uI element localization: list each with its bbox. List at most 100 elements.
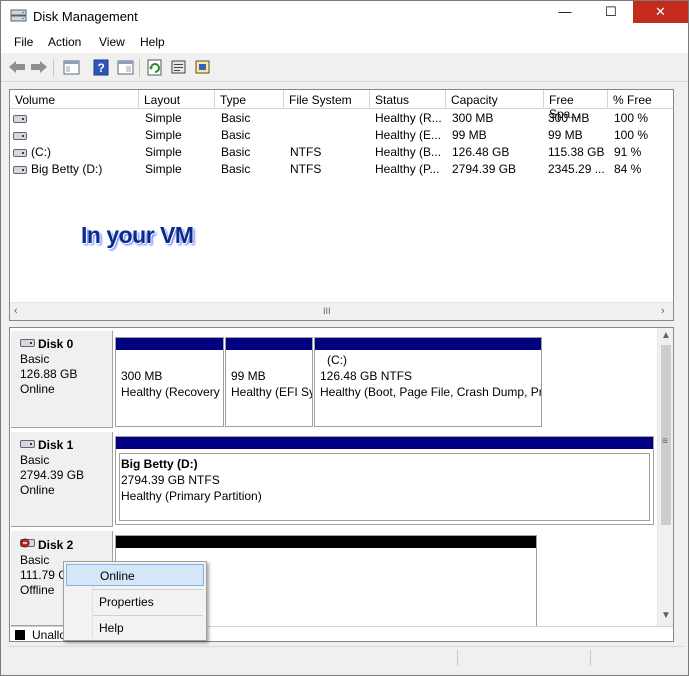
maximize-button[interactable]: ☐ <box>589 1 633 23</box>
context-menu-properties[interactable]: Properties <box>66 591 204 613</box>
column-header-file-system[interactable]: File System <box>284 90 370 109</box>
cell-percent-free: 91 % <box>614 145 642 159</box>
partition-recovery[interactable]: 300 MB Healthy (Recovery Partition) <box>115 337 224 427</box>
table-row[interactable]: Big Betty (D:) Simple Basic NTFS Healthy… <box>10 161 673 178</box>
disk-icon <box>13 147 27 161</box>
column-header-percent-free[interactable]: % Free <box>608 90 673 109</box>
table-row[interactable]: Simple Basic Healthy (R... 300 MB 300 MB… <box>10 110 673 127</box>
cell-type: Basic <box>221 162 251 176</box>
partition-bar <box>116 338 223 350</box>
cell-volume: Big Betty (D:) <box>31 162 103 176</box>
scroll-thumb[interactable] <box>661 345 671 525</box>
menu-separator <box>93 615 203 616</box>
partition-status: Healthy (EFI System Partition) <box>231 385 312 399</box>
disk-management-window: Disk Management — ☐ ✕ File Action View H… <box>0 0 689 676</box>
cell-capacity: 126.48 GB <box>452 145 510 159</box>
disk-1-label[interactable]: Disk 1 Basic 2794.39 GB Online <box>11 432 113 527</box>
refresh-icon[interactable] <box>145 57 165 77</box>
show-pane-icon[interactable] <box>115 57 135 77</box>
menu-view[interactable]: View <box>99 35 125 49</box>
window-title: Disk Management <box>33 9 138 24</box>
console-tree-icon[interactable] <box>61 57 81 77</box>
disk-icon <box>13 113 27 127</box>
disk-type: Basic <box>20 352 50 366</box>
context-menu-online[interactable]: Online <box>66 564 204 586</box>
unallocated-swatch <box>15 630 25 640</box>
cell-percent-free: 100 % <box>614 111 649 125</box>
table-row[interactable]: (C:) Simple Basic NTFS Healthy (B... 126… <box>10 144 673 161</box>
disk-management-app-icon <box>10 8 27 23</box>
scroll-grip[interactable]: III <box>323 306 331 316</box>
column-header-type[interactable]: Type <box>215 90 284 109</box>
table-row[interactable]: Simple Basic Healthy (E... 99 MB 99 MB 1… <box>10 127 673 144</box>
cell-status: Healthy (E... <box>375 128 442 142</box>
menu-file[interactable]: File <box>14 35 33 49</box>
partition-d[interactable]: Big Betty (D:) 2794.39 GB NTFS Healthy (… <box>115 436 654 525</box>
vertical-scrollbar[interactable]: ▲ ≡ ▼ <box>657 328 673 626</box>
scroll-down-icon[interactable]: ▼ <box>661 610 671 621</box>
cell-type: Basic <box>221 111 251 125</box>
cell-status: Healthy (B... <box>375 145 442 159</box>
partition-efi[interactable]: 99 MB Healthy (EFI System Partition) <box>225 337 313 427</box>
offline-disk-icon <box>20 537 35 553</box>
cell-type: Basic <box>221 145 251 159</box>
column-header-layout[interactable]: Layout <box>139 90 215 109</box>
cell-free-space: 99 MB <box>548 128 583 142</box>
column-header-status[interactable]: Status <box>370 90 446 109</box>
scroll-grip-icon: ≡ <box>662 436 668 447</box>
back-arrow-icon[interactable] <box>7 57 27 77</box>
context-menu-help[interactable]: Help <box>66 617 204 639</box>
overlay-caption: In your VM <box>81 222 194 248</box>
close-button[interactable]: ✕ <box>633 1 688 23</box>
cell-layout: Simple <box>145 145 182 159</box>
title-bar: Disk Management — ☐ ✕ <box>1 1 688 31</box>
status-divider <box>590 650 591 666</box>
cell-percent-free: 84 % <box>614 162 642 176</box>
partition-bar <box>226 338 312 350</box>
cell-layout: Simple <box>145 128 182 142</box>
cell-free-space: 115.38 GB <box>548 145 605 159</box>
disk-size: 2794.39 GB <box>20 468 85 482</box>
menu-action[interactable]: Action <box>48 35 81 49</box>
column-header-capacity[interactable]: Capacity <box>446 90 544 109</box>
disk-name: Disk 2 <box>38 537 74 552</box>
horizontal-scrollbar[interactable]: ‹ III › <box>10 302 673 320</box>
scroll-right-icon[interactable]: › <box>661 305 665 317</box>
cell-status: Healthy (P... <box>375 162 440 176</box>
menu-bar: File Action View Help <box>1 31 688 53</box>
disk-type: Basic <box>20 453 50 467</box>
cell-file-system: NTFS <box>290 162 322 176</box>
forward-arrow-icon[interactable] <box>29 57 49 77</box>
cell-file-system: NTFS <box>290 145 322 159</box>
minimize-button[interactable]: — <box>543 1 587 23</box>
partition-status: Healthy (Boot, Page File, Crash Dump, Pr… <box>320 385 541 399</box>
disk-state: Online <box>20 382 55 396</box>
cell-status: Healthy (R... <box>375 111 442 125</box>
column-header-free-space[interactable]: Free Spa... <box>544 90 608 121</box>
properties-icon[interactable] <box>168 57 188 77</box>
scroll-up-icon[interactable]: ▲ <box>661 330 671 341</box>
partition-status: Healthy (Primary Partition) <box>121 489 262 503</box>
status-bar <box>7 646 684 668</box>
cell-volume: (C:) <box>31 145 51 159</box>
rescan-icon[interactable] <box>192 57 212 77</box>
cell-capacity: 2794.39 GB <box>452 162 517 176</box>
scroll-left-icon[interactable]: ‹ <box>14 305 18 317</box>
column-header-volume[interactable]: Volume <box>10 90 139 109</box>
status-divider <box>457 650 458 666</box>
partition-size: 300 MB <box>121 369 163 383</box>
partition-c[interactable]: (C:) 126.48 GB NTFS Healthy (Boot, Page … <box>314 337 542 427</box>
cell-type: Basic <box>221 128 251 142</box>
volume-list: Volume Layout Type File System Status Ca… <box>9 89 674 321</box>
toolbar-divider <box>53 59 54 77</box>
cell-layout: Simple <box>145 162 182 176</box>
cell-capacity: 99 MB <box>452 128 487 142</box>
disk-icon <box>13 164 27 178</box>
partition-bar <box>315 338 541 350</box>
partition-size: 126.48 GB NTFS <box>320 369 413 383</box>
partition-title: Big Betty (D:) <box>121 457 198 471</box>
menu-help[interactable]: Help <box>140 35 165 49</box>
disk-0-label[interactable]: Disk 0 Basic 126.88 GB Online <box>11 331 113 428</box>
svg-text:?: ? <box>98 61 105 75</box>
help-icon[interactable]: ? <box>91 57 111 77</box>
